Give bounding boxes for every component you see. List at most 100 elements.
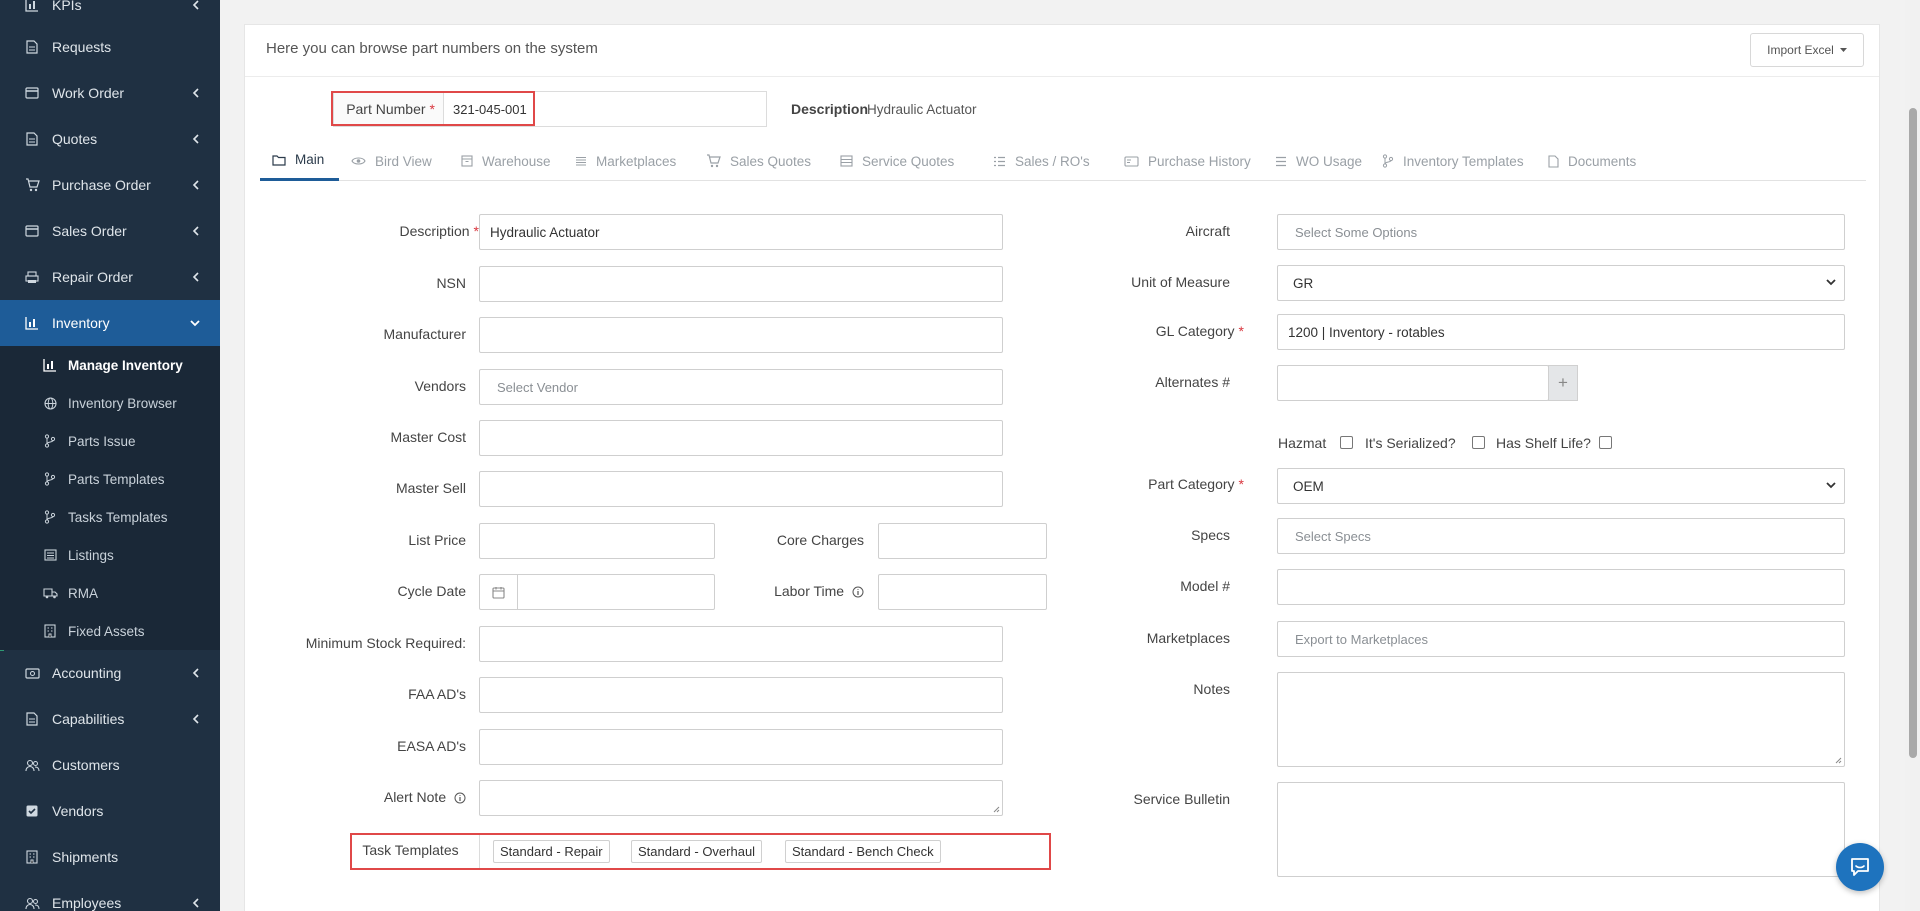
printer-icon [24, 269, 40, 285]
tab-service-quotes[interactable]: Service Quotes [840, 141, 954, 181]
sub-label: Parts Templates [68, 471, 165, 487]
resize-handle-icon[interactable] [1835, 757, 1842, 764]
part-category-label: Part Category * [1148, 476, 1244, 492]
nav-item-vendors[interactable]: Vendors [0, 788, 220, 834]
faa-ads-input[interactable] [479, 677, 1003, 713]
cycle-date-input[interactable] [479, 574, 715, 610]
tab-marketplaces[interactable]: Marketplaces [575, 141, 676, 181]
serialized-checkbox[interactable] [1472, 436, 1485, 449]
users-icon [24, 757, 40, 773]
chevron-left-icon [192, 180, 200, 190]
faa-ads-label: FAA AD's [408, 686, 466, 702]
hazmat-checkbox[interactable] [1340, 436, 1353, 449]
nav-item-sales-order[interactable]: Sales Order [0, 208, 220, 254]
scrollbar-thumb[interactable] [1909, 108, 1917, 758]
task-template-chip[interactable]: Standard - Repair [493, 840, 610, 863]
tab-wo-usage[interactable]: WO Usage [1275, 141, 1362, 181]
task-template-chip[interactable]: Standard - Overhaul [631, 840, 763, 863]
sub-item-rma[interactable]: RMA [0, 574, 220, 612]
checkbox-icon [24, 803, 40, 819]
tab-sales-quotes[interactable]: Sales Quotes [706, 141, 811, 181]
labor-time-input[interactable] [878, 574, 1047, 610]
list-icon [1275, 156, 1287, 167]
manufacturer-input[interactable] [479, 317, 1003, 353]
nav-item-repair-order[interactable]: Repair Order [0, 254, 220, 300]
resize-handle-icon[interactable] [993, 806, 1000, 813]
marketplaces-select[interactable]: Export to Marketplaces [1277, 621, 1845, 657]
core-charges-input[interactable] [878, 523, 1047, 559]
nav-item-requests[interactable]: Requests [0, 24, 220, 70]
shelf-life-label: Has Shelf Life? [1496, 435, 1591, 451]
chevron-left-icon [192, 714, 200, 724]
panel-header: Here you can browse part numbers on the … [245, 25, 1879, 77]
uom-select[interactable]: GR [1277, 265, 1845, 301]
easa-ads-input[interactable] [479, 729, 1003, 765]
notes-textarea[interactable] [1277, 672, 1845, 767]
master-sell-input[interactable] [479, 471, 1003, 507]
tab-inventory-templates[interactable]: Inventory Templates [1382, 141, 1524, 181]
tab-main[interactable]: Main [260, 141, 339, 181]
model-input[interactable] [1277, 569, 1845, 605]
nav-item-accounting[interactable]: Accounting [0, 650, 220, 696]
task-templates-divider [479, 835, 480, 868]
list-price-input[interactable] [479, 523, 715, 559]
nav-item-inventory[interactable]: Inventory [0, 300, 220, 346]
tab-warehouse[interactable]: Warehouse [461, 141, 551, 181]
sub-item-inventory-browser[interactable]: Inventory Browser [0, 384, 220, 422]
sub-item-parts-templates[interactable]: Parts Templates [0, 460, 220, 498]
nav-item-employees[interactable]: Employees [0, 880, 220, 911]
task-template-chip[interactable]: Standard - Bench Check [785, 840, 941, 863]
alert-note-textarea[interactable] [479, 780, 1003, 816]
vendors-select[interactable]: Select Vendor [479, 369, 1003, 405]
labor-time-label: Labor Time [725, 583, 864, 599]
min-stock-input[interactable] [479, 626, 1003, 662]
nav-item-purchase-order[interactable]: Purchase Order [0, 162, 220, 208]
tab-bar: Main Bird View Warehouse Marketplaces Sa… [260, 141, 1866, 181]
nav-label: Capabilities [52, 711, 125, 727]
nav-label: Vendors [52, 803, 104, 819]
nav-item-shipments[interactable]: Shipments [0, 834, 220, 880]
nav-label: Requests [52, 39, 112, 55]
alternates-input[interactable] [1277, 365, 1549, 401]
master-cost-input[interactable] [479, 420, 1003, 456]
import-excel-button[interactable]: Import Excel [1750, 33, 1864, 67]
tab-sales-ros[interactable]: Sales / RO's [993, 141, 1090, 181]
uom-label: Unit of Measure [1131, 274, 1230, 290]
add-alternate-button[interactable]: + [1548, 365, 1578, 401]
tab-documents[interactable]: Documents [1548, 141, 1636, 181]
nav-label: KPIs [52, 0, 82, 13]
description-input[interactable]: Hydraulic Actuator [479, 214, 1003, 250]
shelf-life-checkbox[interactable] [1599, 436, 1612, 449]
chevron-left-icon [192, 272, 200, 282]
sub-item-listings[interactable]: Listings [0, 536, 220, 574]
sub-item-tasks-templates[interactable]: Tasks Templates [0, 498, 220, 536]
specs-select[interactable]: Select Specs [1277, 518, 1845, 554]
chart-icon [24, 315, 40, 331]
tab-bird-view[interactable]: Bird View [351, 141, 432, 181]
chat-button[interactable] [1836, 843, 1884, 891]
chart-icon [24, 0, 40, 13]
sub-label: Manage Inventory [68, 357, 183, 373]
tab-purchase-history[interactable]: Purchase History [1124, 141, 1251, 181]
nav-item-work-order[interactable]: Work Order [0, 70, 220, 116]
nav-item-quotes[interactable]: Quotes [0, 116, 220, 162]
gl-category-select[interactable]: 1200 | Inventory - rotables [1277, 314, 1845, 350]
header-description-value: Hydraulic Actuator [867, 102, 977, 117]
nsn-input[interactable] [479, 266, 1003, 302]
table-icon [840, 155, 853, 167]
eye-icon [351, 156, 366, 166]
service-bulletin-textarea[interactable] [1277, 782, 1845, 877]
part-category-select[interactable]: OEM [1277, 468, 1845, 504]
alert-note-label: Alert Note [285, 789, 466, 805]
nav-label: Sales Order [52, 223, 127, 239]
aircraft-select[interactable]: Select Some Options [1277, 214, 1845, 250]
sub-item-manage-inventory[interactable]: Manage Inventory [0, 346, 220, 384]
nav-item-capabilities[interactable]: Capabilities [0, 696, 220, 742]
sub-item-parts-issue[interactable]: Parts Issue [0, 422, 220, 460]
calendar-icon[interactable] [480, 575, 518, 609]
chevron-left-icon [192, 88, 200, 98]
nav-item-customers[interactable]: Customers [0, 742, 220, 788]
sub-item-fixed-assets[interactable]: Fixed Assets [0, 612, 220, 650]
cart-icon [24, 177, 40, 193]
page-scrollbar[interactable] [1905, 0, 1920, 911]
